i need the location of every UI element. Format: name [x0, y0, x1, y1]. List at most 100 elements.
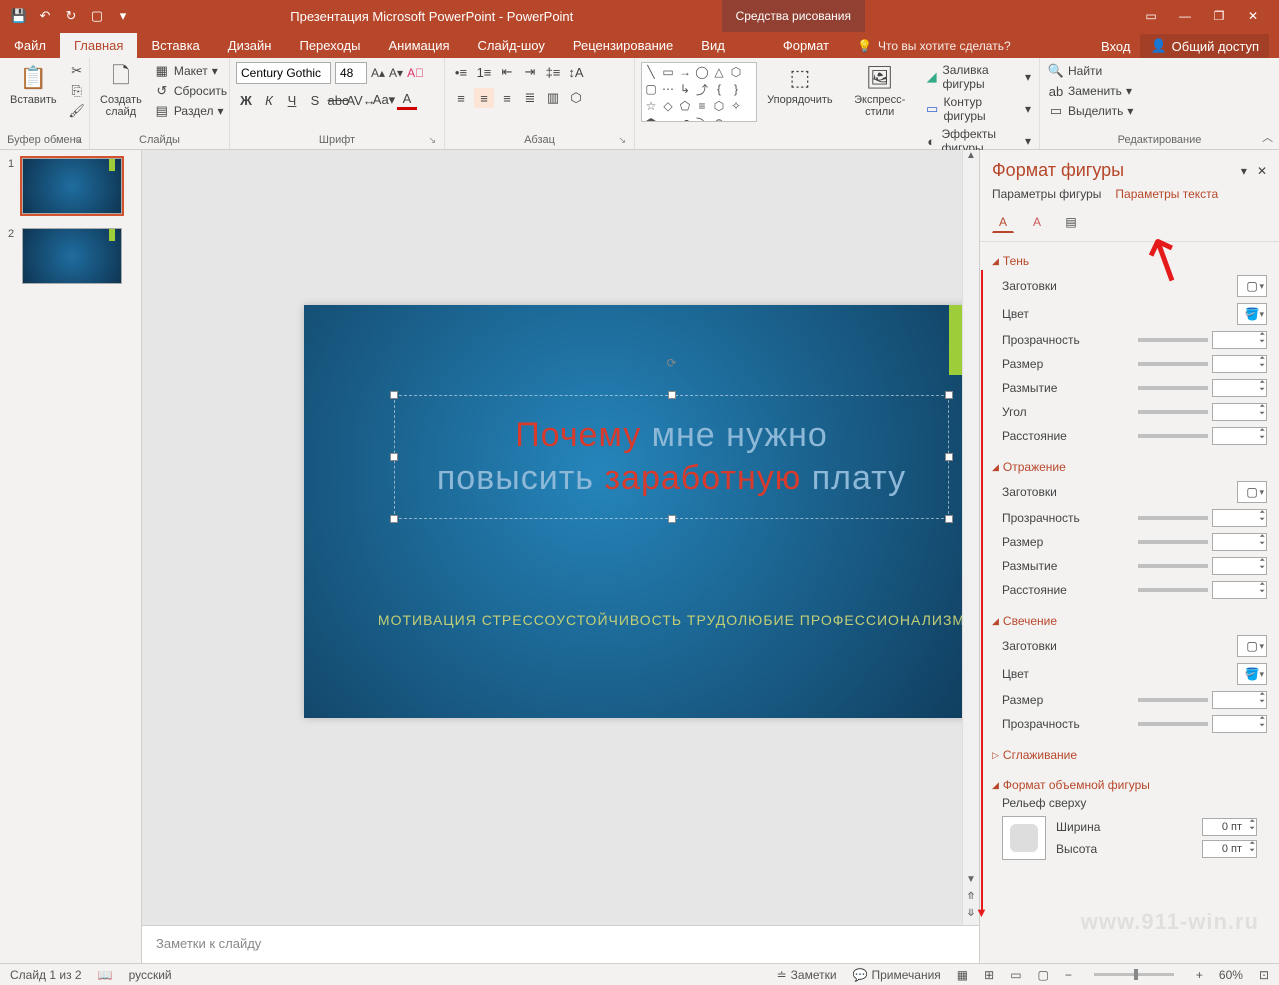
- next-slide-icon[interactable]: ⤋: [963, 908, 979, 925]
- font-color-button[interactable]: A: [397, 90, 417, 110]
- shadow-size-input[interactable]: [1212, 355, 1267, 373]
- launcher-icon[interactable]: ↘: [618, 135, 626, 146]
- slide-indicator[interactable]: Слайд 1 из 2: [10, 968, 82, 982]
- start-from-beginning-icon[interactable]: ▢: [88, 7, 106, 25]
- notes-pane[interactable]: Заметки к слайду: [142, 925, 979, 963]
- resize-handle[interactable]: [668, 515, 676, 523]
- resize-handle[interactable]: [390, 453, 398, 461]
- increase-font-icon[interactable]: A▴: [371, 66, 385, 80]
- scroll-down-icon[interactable]: ▼: [963, 874, 979, 891]
- resize-handle[interactable]: [668, 391, 676, 399]
- 3d-format-section-header[interactable]: ◢Формат объемной фигуры: [992, 774, 1267, 796]
- strikethrough-button[interactable]: abc: [328, 90, 348, 110]
- shape-more-icon[interactable]: ⋯: [661, 82, 675, 96]
- format-painter-button[interactable]: 🖌: [67, 102, 87, 120]
- reflection-transparency-input[interactable]: [1212, 509, 1267, 527]
- shadow-section-header[interactable]: ◢Тень: [992, 250, 1267, 272]
- normal-view-icon[interactable]: ▦: [957, 968, 968, 982]
- reflection-distance-input[interactable]: [1212, 581, 1267, 599]
- resize-handle[interactable]: [390, 515, 398, 523]
- shape-line-icon[interactable]: ╲: [644, 65, 658, 79]
- new-slide-button[interactable]: 🗋 Создать слайд: [96, 62, 146, 120]
- arrange-button[interactable]: ⬚Упорядочить: [763, 62, 836, 108]
- shadow-blur-slider[interactable]: [1138, 386, 1208, 390]
- tab-design[interactable]: Дизайн: [214, 33, 286, 58]
- zoom-slider[interactable]: [1094, 973, 1174, 976]
- rotate-handle-icon[interactable]: ⟳: [664, 356, 680, 372]
- shadow-blur-input[interactable]: [1212, 379, 1267, 397]
- tab-insert[interactable]: Вставка: [137, 33, 213, 58]
- qat-customize-icon[interactable]: ▾: [114, 7, 132, 25]
- shadow-angle-slider[interactable]: [1138, 410, 1208, 414]
- tell-me-search[interactable]: 💡 Что вы хотите сделать?: [843, 34, 1101, 58]
- launcher-icon[interactable]: ↘: [428, 135, 436, 146]
- slide-thumbnail-1[interactable]: [22, 158, 122, 214]
- subtitle-text[interactable]: МОТИВАЦИЯ СТРЕССОУСТОЙЧИВОСТЬ ТРУДОЛЮБИЕ…: [304, 612, 979, 628]
- copy-button[interactable]: ⎘: [67, 82, 87, 100]
- shape-options-tab[interactable]: Параметры фигуры: [992, 187, 1101, 201]
- glow-size-slider[interactable]: [1138, 698, 1208, 702]
- reset-button[interactable]: ↺Сбросить: [152, 82, 229, 100]
- increase-indent-button[interactable]: ⇥: [520, 62, 540, 82]
- scroll-up-icon[interactable]: ▲: [963, 150, 979, 167]
- tab-home[interactable]: Главная: [60, 33, 137, 58]
- slideshow-view-icon[interactable]: ▢: [1038, 968, 1049, 982]
- shape-fill-button[interactable]: ◢Заливка фигуры ▾: [923, 62, 1033, 92]
- fit-to-window-icon[interactable]: ⊡: [1259, 968, 1269, 982]
- shadow-angle-input[interactable]: [1212, 403, 1267, 421]
- collapse-ribbon-icon[interactable]: ︿: [1262, 129, 1273, 145]
- title-textbox[interactable]: ⟳ Почему мне нужно повысить заработную п…: [394, 395, 949, 519]
- reflection-blur-input[interactable]: [1212, 557, 1267, 575]
- reflection-section-header[interactable]: ◢Отражение: [992, 456, 1267, 478]
- bevel-width-input[interactable]: 0 пт: [1202, 818, 1257, 836]
- reflection-blur-slider[interactable]: [1138, 564, 1208, 568]
- pane-options-icon[interactable]: ▾: [1241, 164, 1247, 178]
- justify-button[interactable]: ≣: [520, 88, 540, 108]
- shadow-button[interactable]: S: [305, 90, 325, 110]
- char-spacing-button[interactable]: AV↔: [351, 90, 371, 110]
- paste-button[interactable]: 📋 Вставить: [6, 62, 61, 108]
- shape-outline-button[interactable]: ▭Контур фигуры ▾: [923, 94, 1033, 124]
- resize-handle[interactable]: [945, 453, 953, 461]
- decrease-font-icon[interactable]: A▾: [389, 66, 403, 80]
- align-center-button[interactable]: ≡: [474, 88, 494, 108]
- shadow-presets-combo[interactable]: ▢: [1237, 275, 1267, 297]
- reflection-size-input[interactable]: [1212, 533, 1267, 551]
- resize-handle[interactable]: [945, 515, 953, 523]
- shape-oval-icon[interactable]: ◯: [695, 65, 709, 79]
- tab-format[interactable]: Формат: [769, 33, 843, 58]
- reflection-distance-slider[interactable]: [1138, 588, 1208, 592]
- quick-styles-button[interactable]: 🖼Экспресс-стили: [843, 62, 917, 120]
- replace-button[interactable]: abЗаменить ▾: [1046, 82, 1273, 100]
- decrease-indent-button[interactable]: ⇤: [497, 62, 517, 82]
- resize-handle[interactable]: [945, 391, 953, 399]
- reading-view-icon[interactable]: ▭: [1010, 968, 1021, 982]
- shape-arrow-icon[interactable]: →: [678, 65, 692, 79]
- language-indicator[interactable]: русский: [129, 968, 172, 982]
- sign-in-link[interactable]: Вход: [1101, 39, 1130, 54]
- align-right-button[interactable]: ≡: [497, 88, 517, 108]
- font-name-input[interactable]: [236, 62, 331, 84]
- slide-thumbnail-2[interactable]: [22, 228, 122, 284]
- clear-formatting-icon[interactable]: A⃠: [407, 66, 424, 80]
- glow-transparency-slider[interactable]: [1138, 722, 1208, 726]
- text-options-tab[interactable]: Параметры текста: [1115, 187, 1218, 201]
- reflection-transparency-slider[interactable]: [1138, 516, 1208, 520]
- textbox-icon[interactable]: ▤: [1060, 211, 1082, 233]
- bevel-preset-combo[interactable]: [1002, 816, 1046, 860]
- tab-file[interactable]: Файл: [0, 33, 60, 58]
- cut-button[interactable]: ✂: [67, 62, 87, 80]
- comments-toggle[interactable]: 💬 Примечания: [853, 968, 941, 982]
- find-button[interactable]: 🔍Найти: [1046, 62, 1273, 80]
- reflection-size-slider[interactable]: [1138, 540, 1208, 544]
- notes-toggle[interactable]: ≐ Заметки: [777, 968, 837, 982]
- convert-smartart-button[interactable]: ⬡: [566, 88, 586, 108]
- shadow-distance-input[interactable]: [1212, 427, 1267, 445]
- shadow-distance-slider[interactable]: [1138, 434, 1208, 438]
- shadow-color-combo[interactable]: 🪣: [1237, 303, 1267, 325]
- shape-rect-icon[interactable]: ▭: [661, 65, 675, 79]
- layout-button[interactable]: ▦Макет ▾: [152, 62, 229, 80]
- section-button[interactable]: ▤Раздел ▾: [152, 102, 229, 120]
- redo-icon[interactable]: ↻: [62, 7, 80, 25]
- soft-edges-section-header[interactable]: ▷Сглаживание: [992, 744, 1267, 766]
